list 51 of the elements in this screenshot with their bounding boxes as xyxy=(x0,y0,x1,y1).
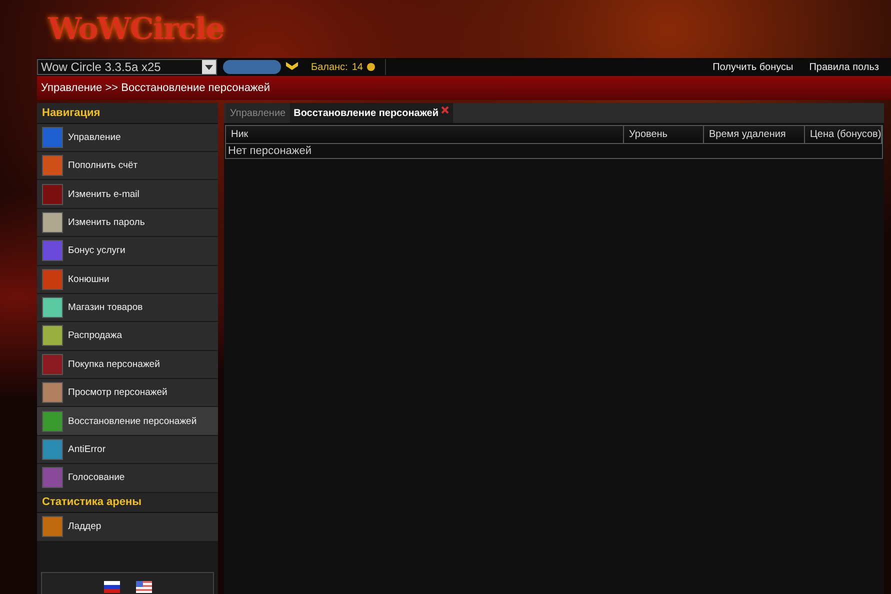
rank-chevron-icon xyxy=(285,61,299,73)
item-icon xyxy=(42,410,63,432)
sidebar-item[interactable]: Управление xyxy=(37,124,218,152)
caret-icon xyxy=(202,60,216,74)
sidebar-item[interactable]: Магазин товаров xyxy=(37,294,218,322)
top-link[interactable]: Получить бонусы xyxy=(712,62,794,72)
sidebar-item[interactable]: Голосование xyxy=(37,464,218,493)
coin-icon xyxy=(366,63,375,71)
sidebar-item[interactable]: AntiError xyxy=(37,436,218,464)
item-icon xyxy=(42,325,63,346)
balance-label: Баланс: xyxy=(311,62,348,72)
item-icon xyxy=(42,240,63,262)
item-icon xyxy=(42,297,63,318)
realm-select[interactable]: Wow Circle 3.3.5a x25 xyxy=(37,59,217,75)
close-icon[interactable] xyxy=(440,106,448,114)
item-icon xyxy=(42,516,63,538)
sidebar-section-title: Статистика арены xyxy=(37,492,218,514)
tab[interactable]: Восстановление персонажей xyxy=(290,103,452,123)
redacted-name-blob xyxy=(223,60,281,74)
item-icon xyxy=(42,184,63,205)
sidebar-section-title: Навигация xyxy=(37,103,218,124)
column-header[interactable]: Уровень xyxy=(624,126,704,143)
breadcrumb-bar: Управление >> Восстановление персонажей xyxy=(37,76,891,100)
item-icon xyxy=(42,439,63,460)
site-logo: WoWCircle xyxy=(48,12,224,46)
sidebar-item[interactable]: Просмотр персонажей xyxy=(37,379,218,408)
item-icon xyxy=(42,354,63,375)
russian-flag-icon[interactable] xyxy=(104,581,120,594)
column-header[interactable]: Время удаления xyxy=(704,126,805,143)
sidebar-item[interactable]: Изменить e-mail xyxy=(37,180,218,209)
sidebar-item[interactable]: Восстановление персонажей xyxy=(37,407,218,436)
column-header[interactable]: Ник xyxy=(226,126,624,143)
sidebar-item[interactable]: Изменить пароль xyxy=(37,208,218,238)
sidebar-item[interactable]: Пополнить счёт xyxy=(37,152,218,180)
sidebar-item[interactable]: Покупка персонажей xyxy=(37,350,218,380)
sidebar-item[interactable]: Бонус услуги xyxy=(37,237,218,266)
sidebar-item[interactable]: Конюшни xyxy=(37,266,218,294)
item-icon xyxy=(42,382,63,404)
balance-value: 14 xyxy=(352,62,363,72)
top-link[interactable]: Правила польз xyxy=(809,62,879,72)
tab[interactable]: Управление xyxy=(226,103,290,123)
item-icon xyxy=(42,212,63,233)
column-header[interactable]: Цена (бонусов) xyxy=(805,126,882,143)
sidebar-item[interactable]: Ладдер xyxy=(37,513,218,542)
empty-message: Нет персонажей xyxy=(226,143,882,158)
us-flag-icon[interactable] xyxy=(136,581,152,594)
sidebar-item[interactable]: Распродажа xyxy=(37,322,218,351)
item-icon xyxy=(42,467,63,488)
item-icon xyxy=(42,126,63,148)
item-icon xyxy=(42,155,63,176)
item-icon xyxy=(42,268,63,290)
